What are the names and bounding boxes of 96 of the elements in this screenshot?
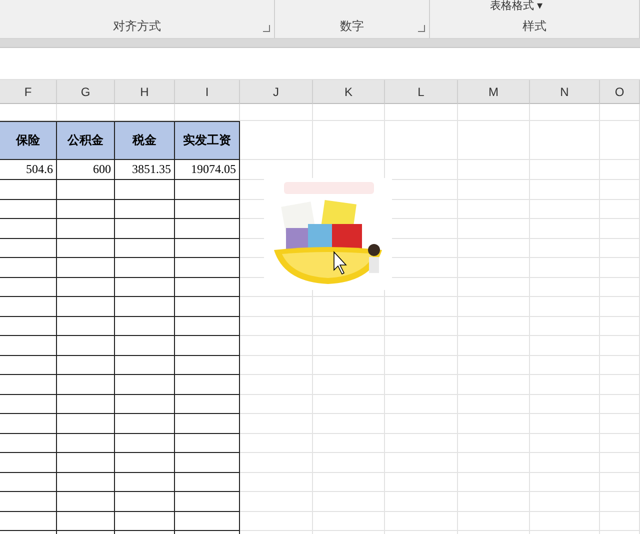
column-header[interactable]: M xyxy=(458,80,530,104)
column-header[interactable]: J xyxy=(240,80,313,104)
dialog-launcher-icon[interactable] xyxy=(263,25,270,32)
empty-cell[interactable] xyxy=(115,375,175,394)
empty-cell[interactable] xyxy=(57,336,115,356)
empty-cell[interactable] xyxy=(115,434,175,453)
empty-cell[interactable] xyxy=(57,472,115,492)
empty-cell[interactable] xyxy=(0,356,57,375)
empty-cell[interactable] xyxy=(57,492,115,512)
empty-cell[interactable] xyxy=(115,472,175,492)
empty-cell[interactable] xyxy=(0,219,57,238)
empty-cell[interactable] xyxy=(115,258,175,278)
empty-cell[interactable] xyxy=(0,434,57,453)
empty-cell[interactable] xyxy=(57,238,115,258)
empty-cell[interactable] xyxy=(115,316,175,336)
empty-cell[interactable] xyxy=(57,219,115,238)
empty-cell[interactable] xyxy=(115,297,175,316)
empty-cell[interactable] xyxy=(0,297,57,316)
empty-cell[interactable] xyxy=(175,356,240,375)
empty-cell[interactable] xyxy=(175,512,240,531)
empty-cell[interactable] xyxy=(175,414,240,434)
empty-cell[interactable] xyxy=(57,512,115,531)
empty-cell[interactable] xyxy=(175,375,240,394)
empty-cell[interactable] xyxy=(57,258,115,278)
empty-cell[interactable] xyxy=(0,336,57,356)
empty-cell[interactable] xyxy=(57,278,115,297)
table-cell: 600 xyxy=(57,160,115,180)
empty-cell[interactable] xyxy=(0,238,57,258)
empty-cell[interactable] xyxy=(115,394,175,414)
empty-cell[interactable] xyxy=(175,336,240,356)
empty-cell[interactable] xyxy=(57,414,115,434)
empty-cell[interactable] xyxy=(175,180,240,200)
column-header[interactable]: I xyxy=(175,80,240,104)
empty-cell[interactable] xyxy=(175,492,240,512)
column-header[interactable]: H xyxy=(115,80,175,104)
empty-cell[interactable] xyxy=(175,278,240,297)
empty-cell[interactable] xyxy=(0,414,57,434)
empty-cell[interactable] xyxy=(175,238,240,258)
empty-cell[interactable] xyxy=(115,414,175,434)
empty-cell[interactable] xyxy=(115,336,175,356)
empty-cell[interactable] xyxy=(0,512,57,531)
table-header-cell: 保险 xyxy=(0,121,57,160)
empty-cell[interactable] xyxy=(0,394,57,414)
table-cell: 3851.35 xyxy=(115,160,175,180)
empty-cell[interactable] xyxy=(0,316,57,336)
empty-cell[interactable] xyxy=(57,394,115,414)
column-header[interactable]: F xyxy=(0,80,57,104)
empty-cell[interactable] xyxy=(57,434,115,453)
empty-cell[interactable] xyxy=(0,375,57,394)
column-header[interactable]: N xyxy=(530,80,600,104)
column-header[interactable]: L xyxy=(385,80,458,104)
empty-cell[interactable] xyxy=(175,200,240,219)
table-header-cell: 税金 xyxy=(115,121,175,160)
empty-cell[interactable] xyxy=(0,258,57,278)
empty-cell[interactable] xyxy=(115,200,175,219)
empty-cell[interactable] xyxy=(57,375,115,394)
empty-cell[interactable] xyxy=(0,453,57,472)
ribbon-group-label: 样式 xyxy=(522,18,546,35)
empty-cell[interactable] xyxy=(175,394,240,414)
empty-cell[interactable] xyxy=(57,180,115,200)
dialog-launcher-icon[interactable] xyxy=(418,25,425,32)
empty-cell[interactable] xyxy=(175,297,240,316)
empty-cell[interactable] xyxy=(57,297,115,316)
empty-cell[interactable] xyxy=(115,180,175,200)
table-format-button[interactable]: 表格格式 ▾ xyxy=(490,0,543,12)
empty-cell[interactable] xyxy=(115,238,175,258)
empty-cell[interactable] xyxy=(115,356,175,375)
table-header-cell: 实发工资 xyxy=(175,121,240,160)
table-cell: 504.6 xyxy=(0,160,57,180)
table-header-cell: 公积金 xyxy=(57,121,115,160)
empty-cell[interactable] xyxy=(175,258,240,278)
empty-cell[interactable] xyxy=(175,434,240,453)
empty-cell[interactable] xyxy=(57,316,115,336)
empty-cell[interactable] xyxy=(0,278,57,297)
empty-cell[interactable] xyxy=(57,356,115,375)
empty-cell[interactable] xyxy=(115,453,175,472)
empty-cell[interactable] xyxy=(115,278,175,297)
empty-cell[interactable] xyxy=(175,453,240,472)
column-header[interactable]: G xyxy=(57,80,115,104)
empty-cell[interactable] xyxy=(57,200,115,219)
empty-cell[interactable] xyxy=(175,472,240,492)
empty-cell[interactable] xyxy=(115,219,175,238)
ribbon-group-label: 数字 xyxy=(340,18,364,35)
empty-cell[interactable] xyxy=(0,200,57,219)
empty-cell[interactable] xyxy=(0,472,57,492)
empty-cell[interactable] xyxy=(115,512,175,531)
column-header[interactable]: K xyxy=(313,80,385,104)
table-cell: 19074.05 xyxy=(175,160,240,180)
ribbon-group-label: 对齐方式 xyxy=(113,18,161,35)
empty-cell[interactable] xyxy=(175,316,240,336)
empty-cell[interactable] xyxy=(0,492,57,512)
empty-cell[interactable] xyxy=(115,492,175,512)
empty-cell[interactable] xyxy=(57,453,115,472)
empty-cell[interactable] xyxy=(0,180,57,200)
column-header[interactable]: O xyxy=(600,80,640,104)
empty-cell[interactable] xyxy=(175,219,240,238)
